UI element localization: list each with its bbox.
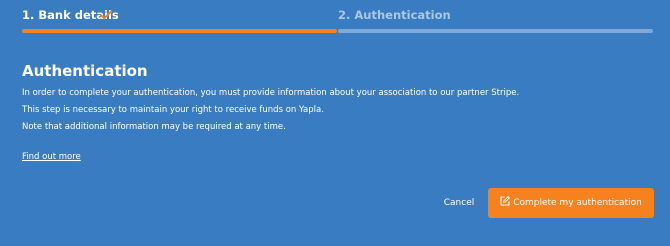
description-paragraph: In order to complete your authentication… bbox=[22, 88, 520, 98]
step-label: 2. Authentication bbox=[338, 8, 451, 22]
cancel-button[interactable]: Cancel bbox=[436, 188, 482, 218]
step-authentication[interactable]: 2. Authentication bbox=[338, 7, 653, 35]
step-progress-bar bbox=[338, 29, 653, 33]
section-title: Authentication bbox=[22, 62, 148, 80]
progress-stepper: 1. Bank details 2. Authentication bbox=[22, 7, 653, 35]
complete-authentication-button[interactable]: Complete my authentication bbox=[488, 188, 654, 218]
step-progress-bar bbox=[22, 29, 337, 33]
complete-authentication-label: Complete my authentication bbox=[513, 198, 642, 208]
description-paragraph: This step is necessary to maintain your … bbox=[22, 105, 324, 115]
step-bank-details[interactable]: 1. Bank details bbox=[22, 7, 337, 35]
check-icon bbox=[100, 10, 112, 20]
edit-icon bbox=[500, 196, 511, 206]
description-paragraph: Note that additional information may be … bbox=[22, 122, 286, 132]
find-out-more-link[interactable]: Find out more bbox=[22, 151, 81, 163]
